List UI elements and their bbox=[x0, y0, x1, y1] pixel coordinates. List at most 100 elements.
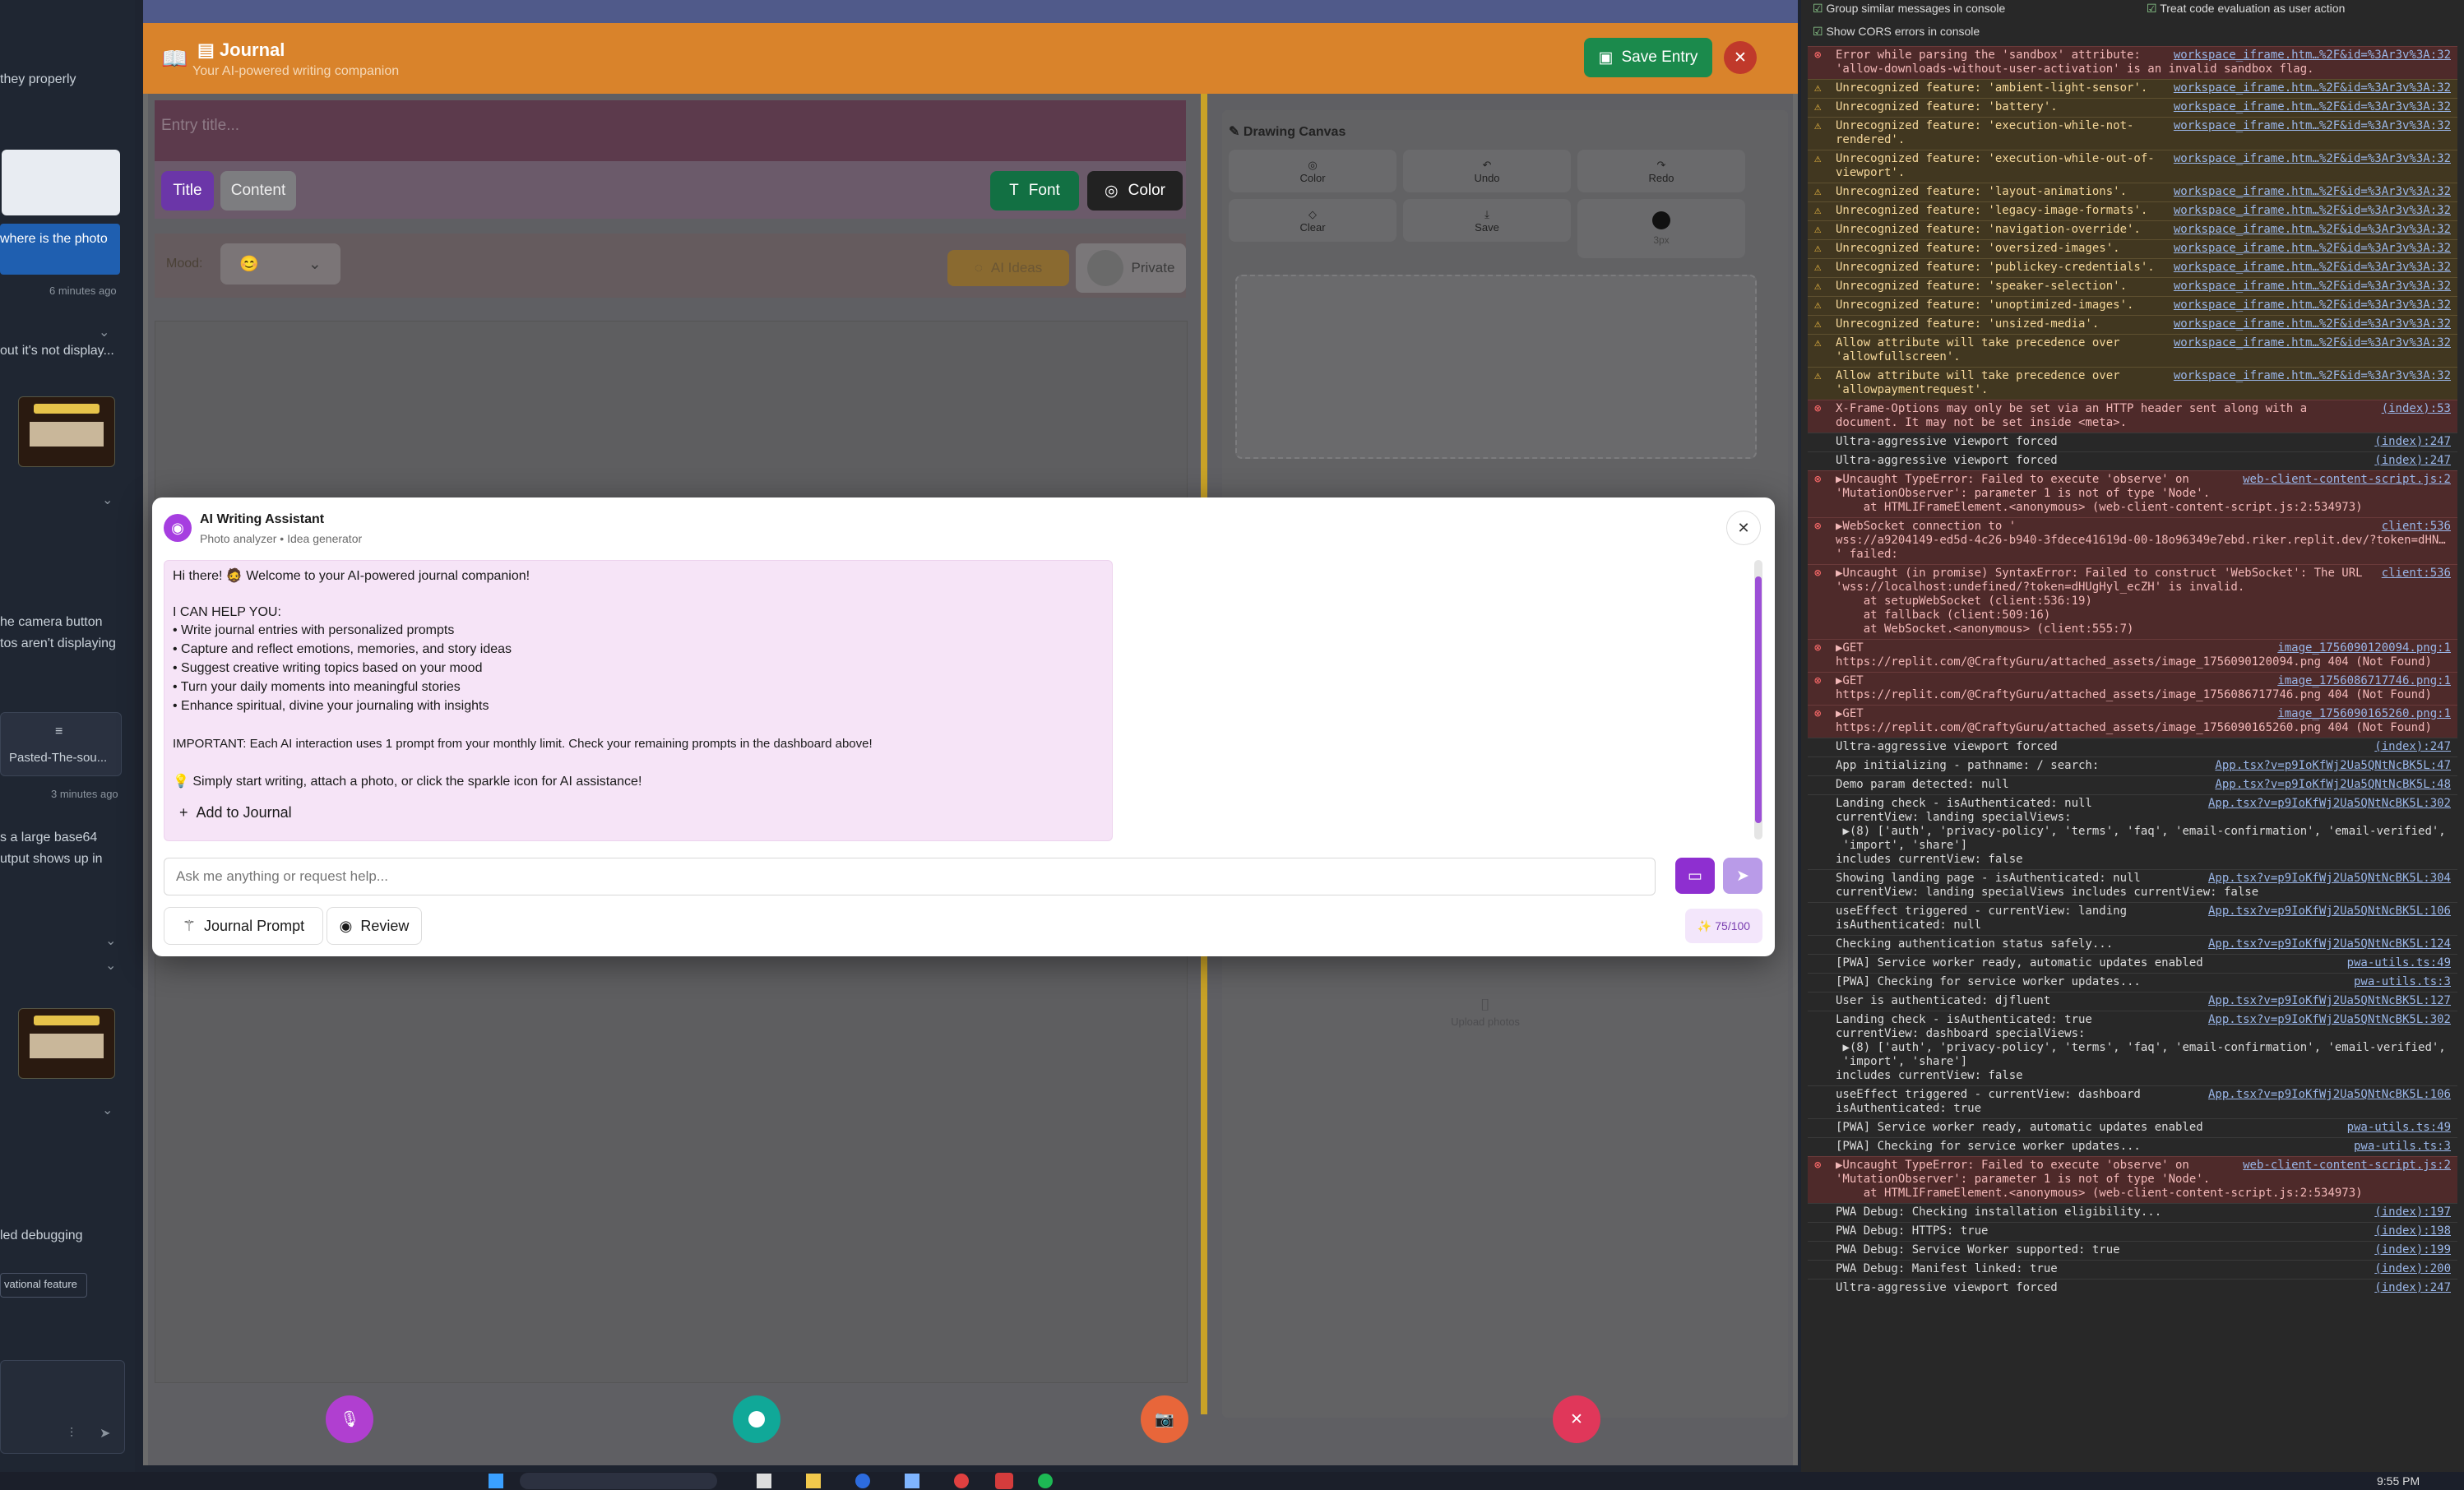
source-link[interactable]: workspace_iframe.htm…%2F&id=%3Ar3v%3A:32 bbox=[2174, 185, 2451, 199]
source-link[interactable]: workspace_iframe.htm…%2F&id=%3Ar3v%3A:32 bbox=[2174, 242, 2451, 256]
app-icon[interactable] bbox=[905, 1474, 919, 1488]
attachment-card[interactable]: ≡ Pasted-The-sou... bbox=[0, 712, 122, 776]
console-message[interactable]: ⚠ Unrecognized feature: 'navigation-overr… bbox=[1808, 220, 2457, 239]
console-message[interactable]: Demo param detected: null App.tsx?v=p9IoK… bbox=[1808, 775, 2457, 794]
source-link[interactable]: pwa-utils.ts:49 bbox=[2347, 1121, 2451, 1135]
console-message[interactable]: Ultra-aggressive viewport forced (index):… bbox=[1808, 451, 2457, 470]
console-message[interactable]: User is authenticated: djfluent App.tsx?v… bbox=[1808, 992, 2457, 1011]
source-link[interactable]: workspace_iframe.htm…%2F&id=%3Ar3v%3A:32 bbox=[2174, 369, 2451, 383]
chat-mode-button[interactable]: ▭ bbox=[1675, 858, 1715, 894]
console-option[interactable]: ☑ Show CORS errors in console bbox=[1813, 25, 1980, 39]
console-message[interactable]: ⊗ ▶GET https://replit.com/@CraftyGuru/att… bbox=[1808, 672, 2457, 705]
font-button[interactable]: T Font bbox=[990, 171, 1079, 211]
console-message[interactable]: ⊗ ▶WebSocket connection to ' wss://a92041… bbox=[1808, 517, 2457, 564]
folder-icon[interactable] bbox=[806, 1474, 821, 1488]
console-option[interactable]: ☑ Group similar messages in console bbox=[1813, 2, 2005, 16]
console-message[interactable]: ⊗ X-Frame-Options may only be set via an … bbox=[1808, 400, 2457, 433]
close-floating-button[interactable]: ✕ bbox=[1553, 1395, 1600, 1443]
console-message[interactable]: Ultra-aggressive viewport forced (index):… bbox=[1808, 433, 2457, 451]
console-message[interactable]: ⚠ Allow attribute will take precedence ov… bbox=[1808, 367, 2457, 400]
source-link[interactable]: (index):198 bbox=[2374, 1224, 2451, 1238]
save-entry-button[interactable]: ▣ Save Entry bbox=[1584, 38, 1712, 77]
source-link[interactable]: App.tsx?v=p9IoKfWj2Ua5QNtNcBK5L:106 bbox=[2208, 1088, 2451, 1102]
source-link[interactable]: pwa-utils.ts:3 bbox=[2354, 1140, 2451, 1154]
source-link[interactable]: workspace_iframe.htm…%2F&id=%3Ar3v%3A:32 bbox=[2174, 152, 2451, 166]
console-message[interactable]: ⚠ Unrecognized feature: 'battery'. workspa… bbox=[1808, 98, 2457, 117]
tab-title[interactable]: Title bbox=[161, 171, 214, 211]
send-button[interactable]: ➤ bbox=[1723, 858, 1762, 894]
source-link[interactable]: App.tsx?v=p9IoKfWj2Ua5QNtNcBK5L:302 bbox=[2208, 1013, 2451, 1027]
app-icon[interactable] bbox=[855, 1474, 870, 1488]
console-message[interactable]: ⚠ Unrecognized feature: 'unsized-media'. w… bbox=[1808, 315, 2457, 334]
source-link[interactable]: (index):247 bbox=[2374, 454, 2451, 468]
console-message[interactable]: PWA Debug: Service Worker supported: tru… bbox=[1808, 1241, 2457, 1260]
console-message[interactable]: ⚠ Unrecognized feature: 'layout-animation… bbox=[1808, 183, 2457, 201]
color-button[interactable]: ◎ Color bbox=[1087, 171, 1183, 211]
source-link[interactable]: App.tsx?v=p9IoKfWj2Ua5QNtNcBK5L:106 bbox=[2208, 905, 2451, 919]
source-link[interactable]: pwa-utils.ts:3 bbox=[2354, 975, 2451, 989]
console-message[interactable]: ⊗ ▶GET https://replit.com/@CraftyGuru/att… bbox=[1808, 639, 2457, 672]
source-link[interactable]: workspace_iframe.htm…%2F&id=%3Ar3v%3A:32 bbox=[2174, 49, 2451, 62]
send-icon[interactable]: ➤ bbox=[100, 1425, 110, 1441]
source-link[interactable]: workspace_iframe.htm…%2F&id=%3Ar3v%3A:32 bbox=[2174, 317, 2451, 331]
private-toggle[interactable]: Private bbox=[1076, 243, 1186, 293]
source-link[interactable]: workspace_iframe.htm…%2F&id=%3Ar3v%3A:32 bbox=[2174, 336, 2451, 350]
brush-size-button[interactable]: 3px bbox=[1577, 199, 1745, 258]
taskbar-search[interactable] bbox=[520, 1473, 717, 1489]
source-link[interactable]: client:536 bbox=[2382, 520, 2451, 534]
console-message[interactable]: Showing landing page - isAuthenticated: … bbox=[1808, 869, 2457, 902]
redo-button[interactable]: ↷ Redo bbox=[1577, 150, 1745, 192]
source-link[interactable]: (index):200 bbox=[2374, 1262, 2451, 1276]
source-link[interactable]: image_1756090120094.png:1 bbox=[2277, 641, 2451, 655]
browser-icon[interactable] bbox=[995, 1473, 1013, 1489]
console-message[interactable]: ⊗ ▶GET https://replit.com/@CraftyGuru/att… bbox=[1808, 705, 2457, 738]
console-option[interactable]: ☑ Treat code evaluation as user action bbox=[2147, 2, 2345, 16]
clear-button[interactable]: ◇ Clear bbox=[1229, 199, 1396, 242]
console-message[interactable]: PWA Debug: Checking installation eligibi… bbox=[1808, 1203, 2457, 1222]
source-link[interactable]: App.tsx?v=p9IoKfWj2Ua5QNtNcBK5L:127 bbox=[2208, 994, 2451, 1008]
close-icon[interactable]: ✕ bbox=[1726, 511, 1761, 545]
source-link[interactable]: (index):247 bbox=[2374, 1281, 2451, 1295]
console-message[interactable]: ⚠ Unrecognized feature: 'unoptimized-imag… bbox=[1808, 296, 2457, 315]
scrollbar[interactable] bbox=[1754, 560, 1762, 840]
source-link[interactable]: workspace_iframe.htm…%2F&id=%3Ar3v%3A:32 bbox=[2174, 298, 2451, 312]
source-link[interactable]: (index):199 bbox=[2374, 1243, 2451, 1257]
chat-thumbnail[interactable] bbox=[18, 396, 115, 467]
app-icon[interactable] bbox=[757, 1474, 771, 1488]
console-message[interactable]: [PWA] Checking for service worker update… bbox=[1808, 973, 2457, 992]
color-tool-button[interactable]: ◎ Color bbox=[1229, 150, 1396, 192]
assistant-input[interactable]: Ask me anything or request help... bbox=[164, 858, 1656, 895]
chevron-down-icon[interactable]: ⌄ bbox=[102, 492, 113, 508]
console-message[interactable]: Ultra-aggressive viewport forced (index):… bbox=[1808, 1279, 2457, 1298]
console-message[interactable]: ⚠ Allow attribute will take precedence ov… bbox=[1808, 334, 2457, 367]
feature-chip[interactable]: vational feature bbox=[0, 1273, 87, 1298]
record-button[interactable] bbox=[733, 1395, 780, 1443]
console-message[interactable]: ⚠ Unrecognized feature: 'legacy-image-for… bbox=[1808, 201, 2457, 220]
chat-thumbnail[interactable] bbox=[2, 150, 120, 215]
entry-title-input[interactable]: Entry title... bbox=[161, 117, 239, 135]
source-link[interactable]: web-client-content-script.js:2 bbox=[2243, 1159, 2451, 1173]
save-drawing-button[interactable]: ⤓ Save bbox=[1403, 199, 1571, 242]
console-message[interactable]: [PWA] Service worker ready, automatic up… bbox=[1808, 954, 2457, 973]
chat-thumbnail[interactable] bbox=[18, 1008, 115, 1079]
mood-select[interactable]: 😊 ⌄ bbox=[220, 243, 340, 285]
console-message[interactable]: ⚠ Unrecognized feature: 'speaker-selectio… bbox=[1808, 277, 2457, 296]
source-link[interactable]: workspace_iframe.htm…%2F&id=%3Ar3v%3A:32 bbox=[2174, 261, 2451, 275]
source-link[interactable]: workspace_iframe.htm…%2F&id=%3Ar3v%3A:32 bbox=[2174, 223, 2451, 237]
chevron-down-icon[interactable]: ⌄ bbox=[105, 932, 116, 949]
chat-input[interactable]: ⫶ ➤ bbox=[0, 1360, 125, 1454]
source-link[interactable]: image_1756086717746.png:1 bbox=[2277, 674, 2451, 688]
console-message[interactable]: ⚠ Unrecognized feature: 'execution-while-… bbox=[1808, 117, 2457, 150]
source-link[interactable]: (index):247 bbox=[2374, 435, 2451, 449]
console-message[interactable]: ⚠ Unrecognized feature: 'execution-while-… bbox=[1808, 150, 2457, 183]
console-message[interactable]: Landing check - isAuthenticated: null cu… bbox=[1808, 794, 2457, 869]
console-message[interactable]: [PWA] Checking for service worker update… bbox=[1808, 1137, 2457, 1156]
console-message[interactable]: ⚠ Unrecognized feature: 'ambient-light-se… bbox=[1808, 79, 2457, 98]
console-message[interactable]: ⊗ ▶Uncaught TypeError: Failed to execute … bbox=[1808, 470, 2457, 517]
source-link[interactable]: workspace_iframe.htm…%2F&id=%3Ar3v%3A:32 bbox=[2174, 204, 2451, 218]
chevron-down-icon[interactable]: ⌄ bbox=[99, 324, 109, 340]
source-link[interactable]: App.tsx?v=p9IoKfWj2Ua5QNtNcBK5L:48 bbox=[2215, 778, 2451, 792]
review-button[interactable]: ◉ Review bbox=[327, 907, 422, 945]
app-icon[interactable] bbox=[954, 1474, 969, 1488]
close-icon[interactable]: ✕ bbox=[1724, 41, 1757, 74]
